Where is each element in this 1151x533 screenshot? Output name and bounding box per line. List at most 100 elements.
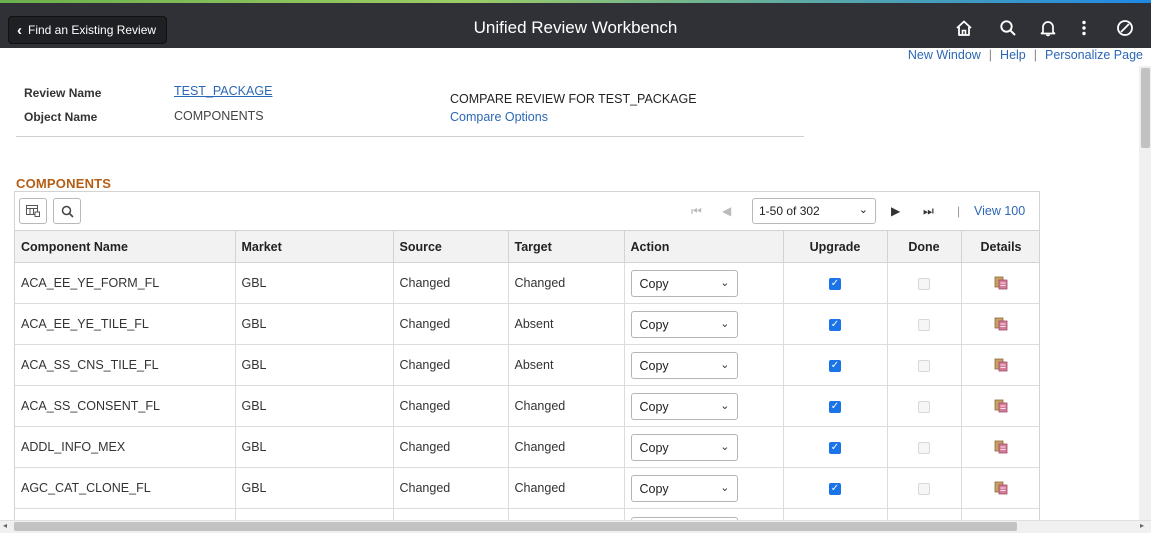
bell-icon[interactable] xyxy=(1035,15,1061,41)
scroll-right-arrow-icon[interactable]: ▸ xyxy=(1140,521,1144,530)
personalize-grid-button[interactable] xyxy=(19,198,47,224)
action-select[interactable]: Copy ⌄ xyxy=(630,351,738,379)
target-cell: Changed xyxy=(508,467,625,509)
first-page-icon[interactable]: ⏮ xyxy=(691,204,702,219)
details-cell xyxy=(961,467,1039,509)
grid-settings-icon xyxy=(26,205,40,217)
link-separator: | xyxy=(988,48,993,62)
compare-options-link[interactable]: Compare Options xyxy=(450,110,548,124)
summary-divider xyxy=(16,136,804,137)
market-cell: GBL xyxy=(235,467,394,509)
upgrade-cell: ✓ xyxy=(783,303,888,345)
search-icon[interactable] xyxy=(995,15,1021,41)
upgrade-checkbox[interactable]: ✓ xyxy=(829,482,841,495)
action-cell: Copy ⌄ xyxy=(624,385,784,427)
next-page-icon[interactable]: ▶ xyxy=(891,204,900,218)
chevron-down-icon: ⌄ xyxy=(720,440,730,453)
table-body: ACA_EE_YE_FORM_FL GBL Changed Changed Copy ⌄ ✓… xyxy=(15,262,1039,521)
source-cell: Changed xyxy=(393,385,509,427)
action-select-value: Copy xyxy=(639,358,669,373)
grid-toolbar: ⏮ ◀ 1-50 of 302 ⌄ ▶ ⏭ | View 100 xyxy=(15,192,1039,230)
back-button[interactable]: ‹ Find an Existing Review xyxy=(8,16,168,44)
upgrade-checkbox[interactable]: ✓ xyxy=(829,441,841,454)
vertical-scroll-thumb[interactable] xyxy=(1141,68,1150,148)
details-cell xyxy=(961,344,1039,386)
chevron-down-icon: ⌄ xyxy=(858,204,868,216)
previous-page-icon[interactable]: ◀ xyxy=(722,204,731,218)
column-header-market[interactable]: Market xyxy=(235,230,394,263)
grid-find-button[interactable] xyxy=(53,198,81,224)
details-icon[interactable] xyxy=(994,317,1008,331)
upgrade-checkbox[interactable]: ✓ xyxy=(829,318,841,331)
details-icon[interactable] xyxy=(994,481,1008,495)
upgrade-cell: ✓ xyxy=(783,467,888,509)
upgrade-cell: ✓ xyxy=(783,426,888,468)
source-cell: Changed xyxy=(393,426,509,468)
action-select[interactable]: Copy ⌄ xyxy=(630,269,738,297)
action-select[interactable]: Copy ⌄ xyxy=(630,392,738,420)
search-icon xyxy=(61,205,74,218)
column-header-component-name[interactable]: Component Name xyxy=(15,230,236,263)
action-select[interactable]: Copy ⌄ xyxy=(630,474,738,502)
upgrade-checkbox[interactable]: ✓ xyxy=(829,359,841,372)
market-cell: GBL xyxy=(235,426,394,468)
details-cell xyxy=(961,426,1039,468)
details-icon[interactable] xyxy=(994,358,1008,372)
details-icon[interactable] xyxy=(994,440,1008,454)
new-window-link[interactable]: New Window xyxy=(908,48,981,62)
page-range-select[interactable]: 1-50 of 302 ⌄ xyxy=(752,198,876,224)
upgrade-checkbox[interactable]: ✓ xyxy=(829,277,841,290)
scroll-left-arrow-icon[interactable]: ◂ xyxy=(3,521,7,530)
target-cell: Changed xyxy=(508,262,625,304)
chevron-down-icon: ⌄ xyxy=(720,276,730,289)
home-icon[interactable] xyxy=(951,15,977,41)
back-button-label: Find an Existing Review xyxy=(28,23,157,37)
table-row: AGC_CAT_CLONE_FL GBL Changed Changed Copy ⌄ ✓ xyxy=(15,467,1039,509)
components-grid: ⏮ ◀ 1-50 of 302 ⌄ ▶ ⏭ | View 100 Compone… xyxy=(14,191,1040,521)
navbar-compass-icon[interactable] xyxy=(1112,15,1138,41)
action-select[interactable]: Copy ⌄ xyxy=(630,433,738,461)
market-cell: GBL xyxy=(235,344,394,386)
component-name-cell: ACA_EE_YE_FORM_FL xyxy=(15,262,236,304)
upgrade-cell: ✓ xyxy=(783,262,888,304)
component-name-cell: ACA_SS_CNS_TILE_FL xyxy=(15,344,236,386)
view-100-link[interactable]: View 100 xyxy=(974,204,1025,218)
view-separator: | xyxy=(957,204,961,218)
column-header-action[interactable]: Action xyxy=(624,230,784,263)
source-cell: Changed xyxy=(393,467,509,509)
column-header-target[interactable]: Target xyxy=(508,230,625,263)
column-header-source[interactable]: Source xyxy=(393,230,509,263)
chevron-down-icon: ⌄ xyxy=(720,358,730,371)
action-select[interactable]: Copy ⌄ xyxy=(630,310,738,338)
help-link[interactable]: Help xyxy=(1000,48,1026,62)
done-checkbox xyxy=(918,441,930,454)
chevron-left-icon: ‹ xyxy=(17,21,22,39)
more-vertical-icon[interactable] xyxy=(1071,15,1097,41)
table-row: ACA_EE_YE_FORM_FL GBL Changed Changed Copy ⌄ ✓ xyxy=(15,262,1039,304)
link-separator: | xyxy=(1033,48,1038,62)
details-cell xyxy=(961,262,1039,304)
action-select-value: Copy xyxy=(639,317,669,332)
action-cell: Copy ⌄ xyxy=(624,467,784,509)
table-row: ACA_SS_CONSENT_FL GBL Changed Changed Copy ⌄ ✓ xyxy=(15,385,1039,427)
action-cell: Copy ⌄ xyxy=(624,262,784,304)
upgrade-checkbox[interactable]: ✓ xyxy=(829,400,841,413)
done-checkbox xyxy=(918,277,930,290)
details-icon[interactable] xyxy=(994,399,1008,413)
details-icon[interactable] xyxy=(994,276,1008,290)
personalize-page-link[interactable]: Personalize Page xyxy=(1045,48,1143,62)
source-cell: Changed xyxy=(393,303,509,345)
horizontal-scroll-thumb[interactable] xyxy=(14,522,1017,531)
column-header-upgrade[interactable]: Upgrade xyxy=(783,230,888,263)
market-cell: GBL xyxy=(235,262,394,304)
column-header-done[interactable]: Done xyxy=(887,230,962,263)
object-name-label: Object Name xyxy=(24,110,98,124)
component-name-cell: ACA_EE_YE_TILE_FL xyxy=(15,303,236,345)
done-cell xyxy=(887,303,962,345)
last-page-icon[interactable]: ⏭ xyxy=(923,204,934,219)
grid-section-title: COMPONENTS xyxy=(16,176,112,191)
component-name-cell: ACA_SS_CONSENT_FL xyxy=(15,385,236,427)
target-cell: Changed xyxy=(508,426,625,468)
source-cell: Changed xyxy=(393,262,509,304)
review-name-link[interactable]: TEST_PACKAGE xyxy=(174,84,272,98)
